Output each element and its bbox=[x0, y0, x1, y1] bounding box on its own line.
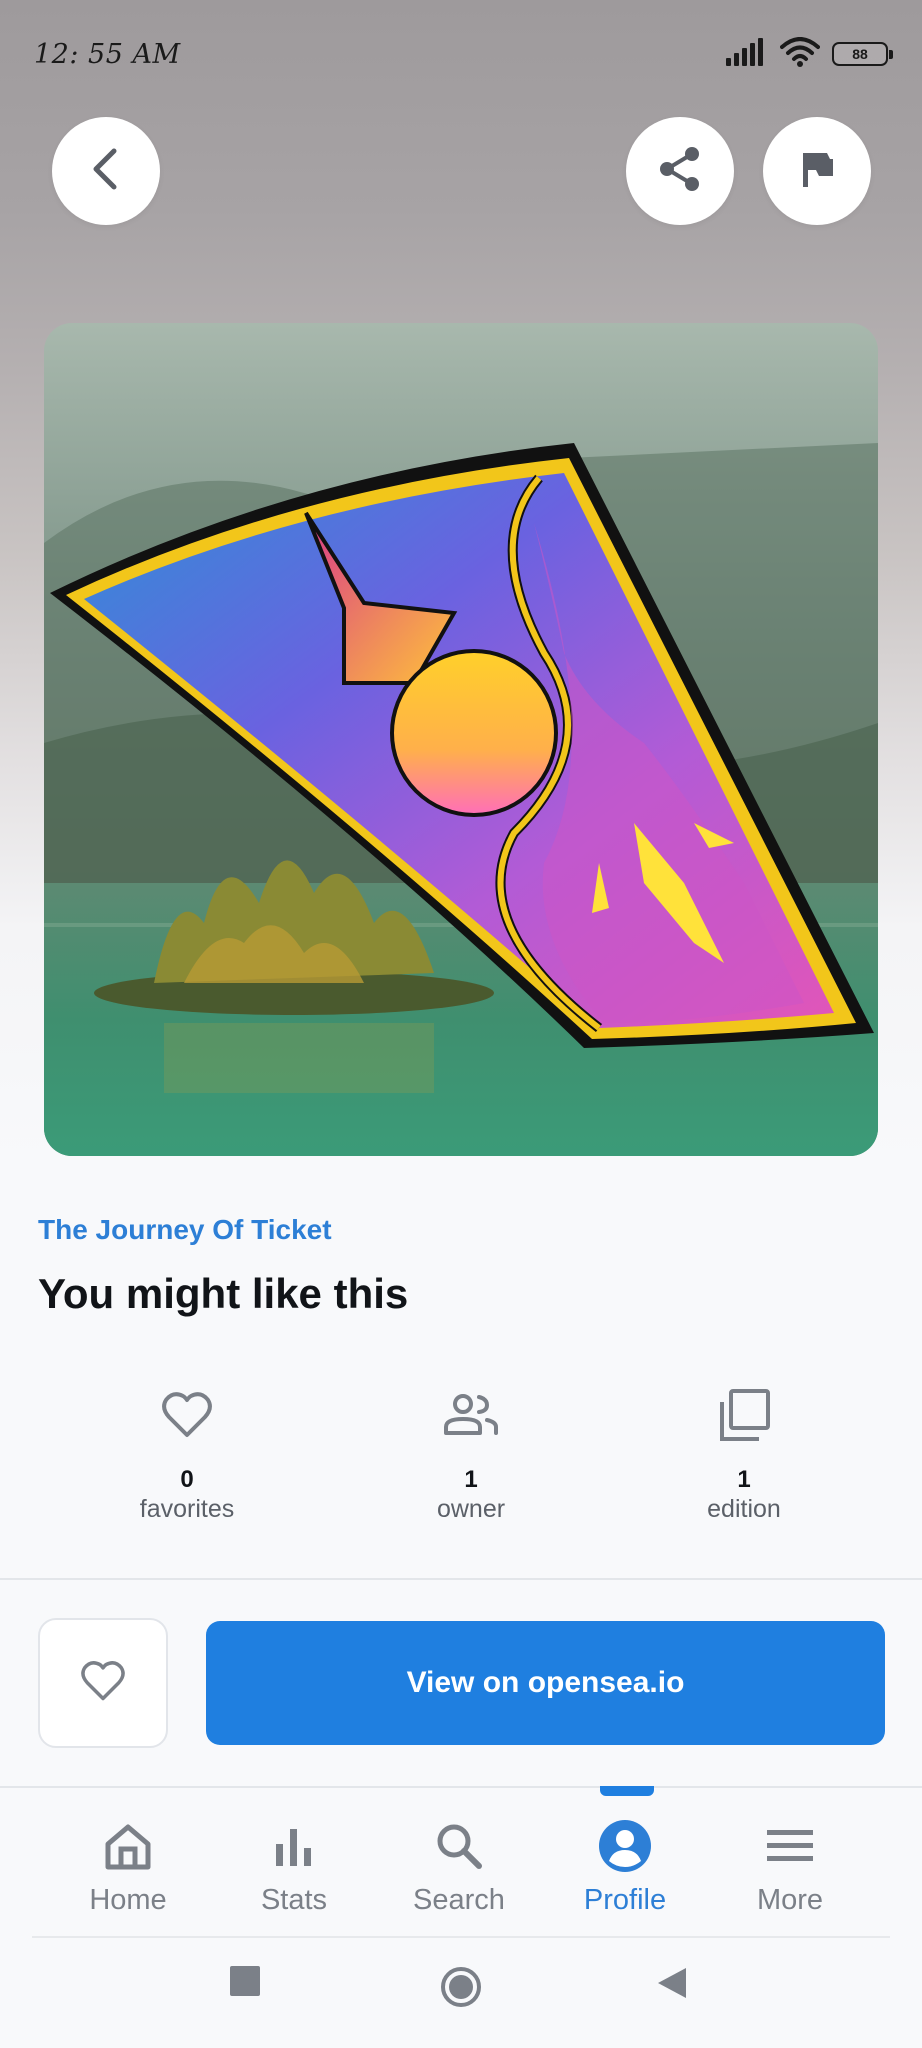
signal-icon bbox=[726, 37, 768, 71]
stat-edition: 1 edition bbox=[624, 1385, 864, 1523]
wifi-icon bbox=[780, 36, 820, 72]
battery-indicator: 88 bbox=[832, 42, 893, 66]
nav-more[interactable]: More bbox=[715, 1788, 865, 1936]
account-circle-icon bbox=[598, 1818, 652, 1874]
recent-apps-button[interactable] bbox=[230, 1966, 260, 1996]
favorite-button[interactable] bbox=[38, 1618, 168, 1748]
nav-label: More bbox=[756, 1884, 824, 1916]
bottom-navigation: Home Stats Search Profile More bbox=[32, 1788, 890, 1936]
search-icon bbox=[434, 1818, 484, 1874]
share-button[interactable] bbox=[626, 117, 734, 225]
nav-label: Stats bbox=[260, 1884, 328, 1916]
item-title: You might like this bbox=[38, 1270, 409, 1317]
stat-value: 0 bbox=[180, 1466, 194, 1493]
home-icon bbox=[102, 1818, 154, 1874]
system-navigation-bar bbox=[0, 1938, 922, 2048]
divider bbox=[0, 1578, 922, 1580]
stat-value: 1 bbox=[464, 1466, 478, 1493]
nav-label: Home bbox=[89, 1884, 167, 1916]
heart-outline-icon bbox=[80, 1660, 126, 1707]
status-bar: 12: 55 AM 88 bbox=[0, 0, 922, 108]
stat-favorites: 0 favorites bbox=[67, 1385, 307, 1523]
collection-name[interactable]: The Journey Of Ticket bbox=[38, 1214, 332, 1246]
share-icon bbox=[657, 146, 703, 197]
back-system-button[interactable] bbox=[656, 1966, 688, 2000]
people-icon bbox=[443, 1385, 499, 1445]
copies-icon bbox=[717, 1385, 771, 1445]
nav-profile[interactable]: Profile bbox=[550, 1788, 700, 1936]
nav-home[interactable]: Home bbox=[53, 1788, 203, 1936]
menu-icon bbox=[765, 1818, 815, 1874]
home-system-button[interactable] bbox=[440, 1966, 482, 2008]
item-stats: 0 favorites 1 owner 1 edition bbox=[0, 1385, 922, 1535]
stat-label: favorites bbox=[139, 1495, 235, 1523]
chevron-left-icon bbox=[86, 145, 126, 198]
flag-icon bbox=[797, 149, 837, 194]
status-icons: 88 bbox=[726, 36, 893, 72]
view-on-opensea-button[interactable]: View on opensea.io bbox=[206, 1621, 885, 1745]
nav-search[interactable]: Search bbox=[384, 1788, 534, 1936]
bar-chart-icon bbox=[272, 1818, 316, 1874]
heart-icon bbox=[161, 1385, 213, 1445]
stat-label: owner bbox=[436, 1495, 506, 1523]
status-time: 12: 55 AM bbox=[34, 38, 181, 70]
stat-value: 1 bbox=[737, 1466, 751, 1493]
nav-label: Profile bbox=[583, 1884, 667, 1916]
report-button[interactable] bbox=[763, 117, 871, 225]
back-button[interactable] bbox=[52, 117, 160, 225]
nav-stats[interactable]: Stats bbox=[219, 1788, 369, 1936]
nft-image bbox=[44, 323, 878, 1156]
stat-owner: 1 owner bbox=[351, 1385, 591, 1523]
nft-artwork[interactable] bbox=[44, 323, 878, 1156]
nav-label: Search bbox=[413, 1884, 505, 1916]
stat-label: edition bbox=[707, 1495, 781, 1523]
